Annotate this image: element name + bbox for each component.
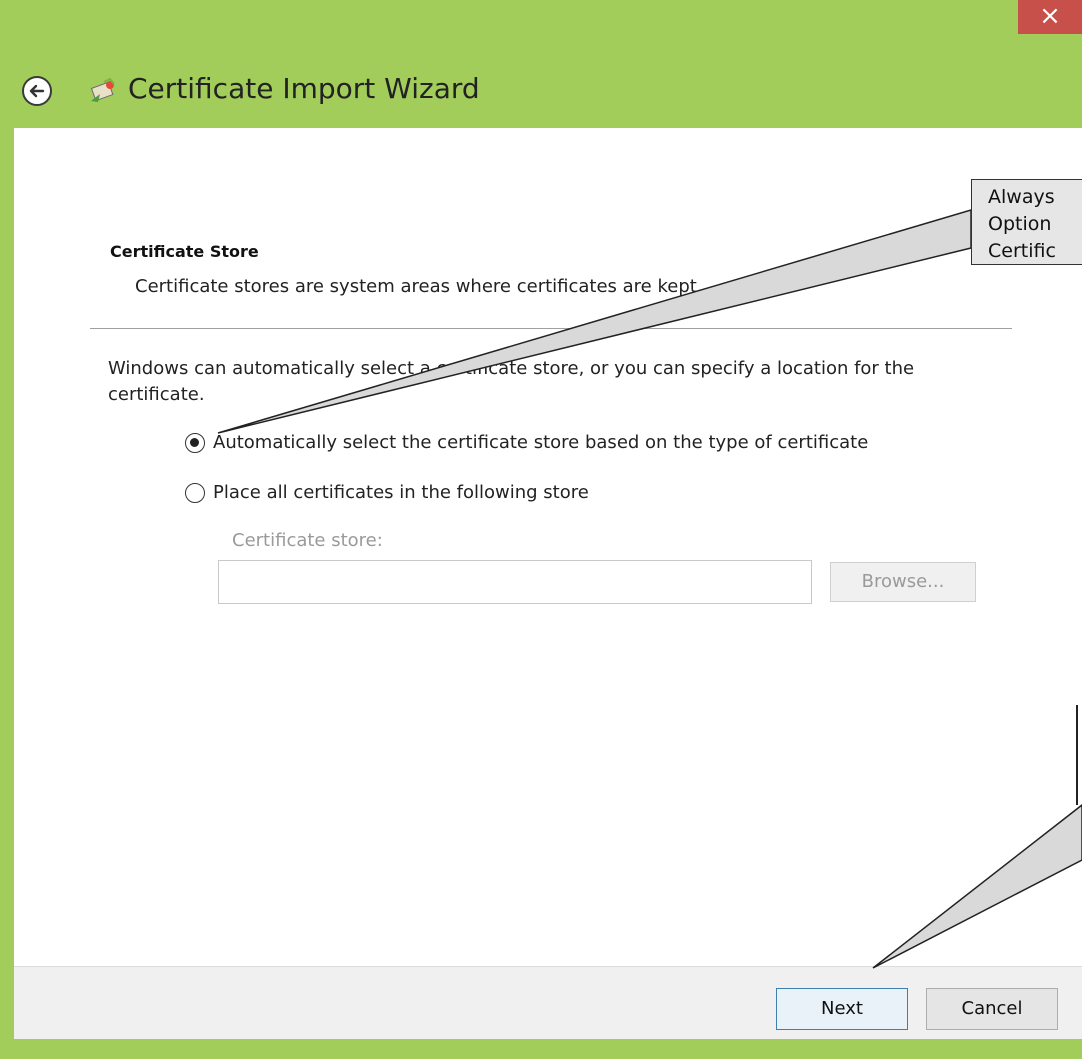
certificate-wizard-icon <box>90 77 115 102</box>
back-button[interactable] <box>22 76 52 106</box>
callout-line: Certific <box>988 240 1056 262</box>
radio-button-unchecked[interactable] <box>185 482 205 503</box>
certificate-store-field <box>218 560 812 604</box>
intro-text: Windows can automatically select a certi… <box>108 358 915 405</box>
radio-auto-select[interactable]: Automatically select the certificate sto… <box>185 432 868 453</box>
cancel-button[interactable]: Cancel <box>926 988 1058 1030</box>
window-titlebar <box>0 0 1082 128</box>
radio-auto-select-label: Automatically select the certificate sto… <box>213 432 869 453</box>
close-button[interactable]: × <box>1018 0 1082 34</box>
divider <box>90 328 1012 329</box>
browse-button: Browse... <box>830 562 976 602</box>
callout-line: Always <box>988 186 1055 208</box>
section-title: Certificate Store <box>110 242 259 261</box>
section-description: Certificate stores are system areas wher… <box>135 276 703 297</box>
radio-button-checked[interactable] <box>185 432 205 453</box>
window-bottom-frame <box>0 1039 1082 1059</box>
close-icon: × <box>1039 1 1061 31</box>
window-title: Certificate Import Wizard <box>128 72 480 105</box>
wizard-footer <box>14 966 1082 1039</box>
radio-place-in-store-label: Place all certificates in the following … <box>213 482 589 503</box>
callout-line: Option <box>988 213 1052 235</box>
next-button[interactable]: Next <box>776 988 908 1030</box>
back-arrow-icon <box>29 84 45 98</box>
radio-place-in-store[interactable]: Place all certificates in the following … <box>185 482 589 503</box>
callout-box: Always Option Certific <box>971 179 1082 265</box>
certificate-store-label: Certificate store: <box>232 530 383 551</box>
